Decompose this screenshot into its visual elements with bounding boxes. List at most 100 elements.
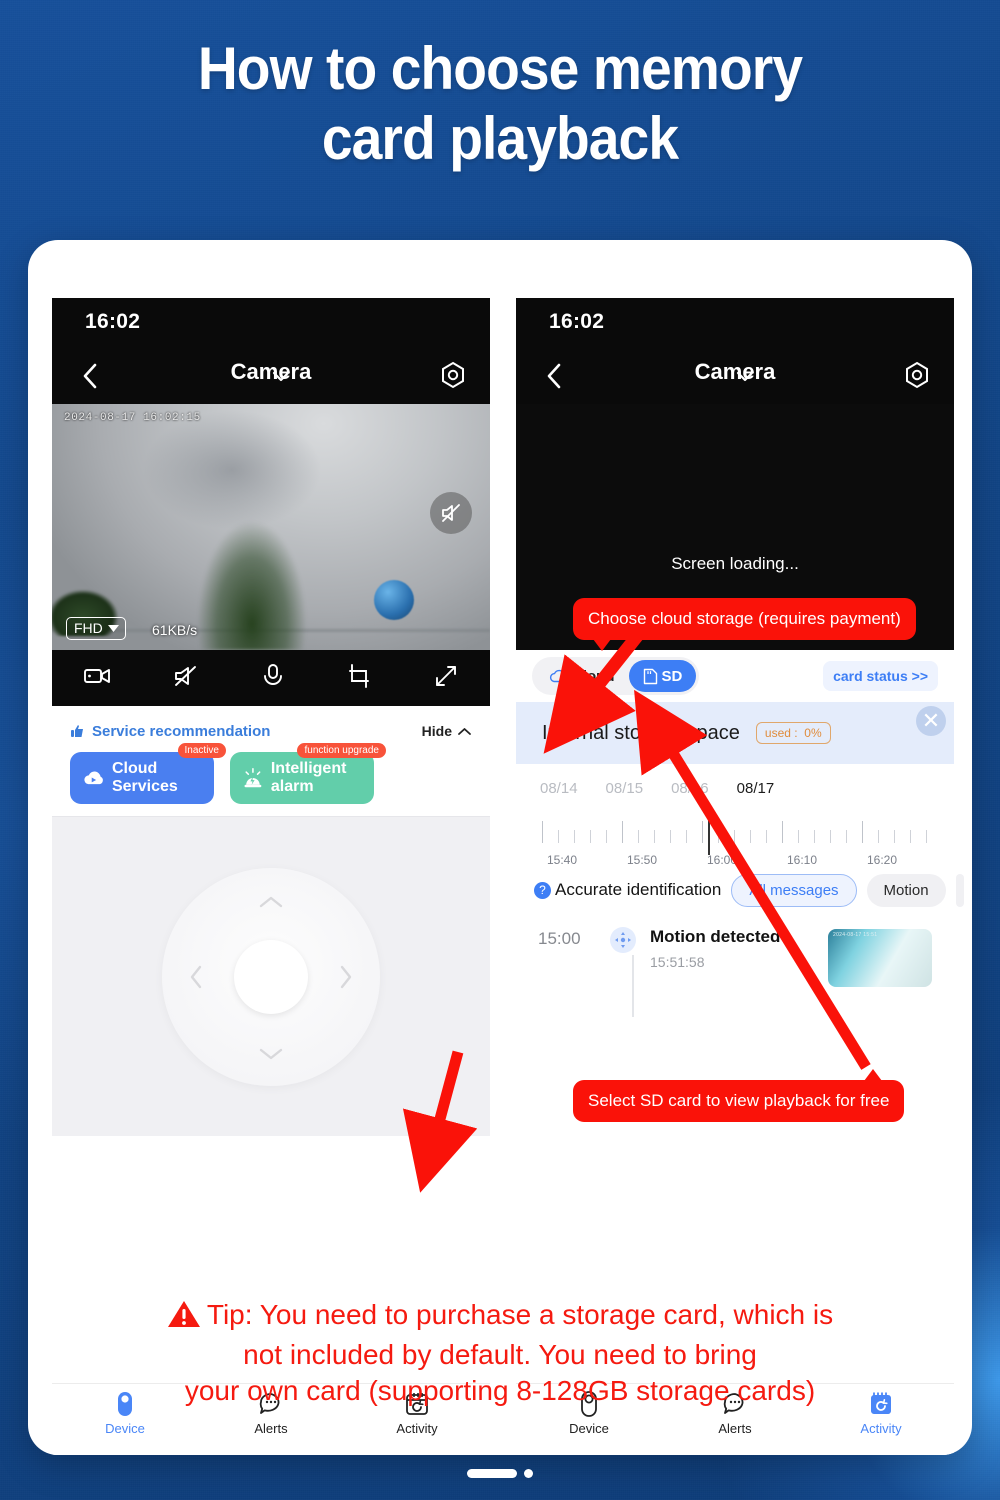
ptz-left-icon[interactable] [188,964,204,990]
hide-button[interactable]: Hide [422,723,472,739]
chevron-down-icon[interactable] [271,369,291,388]
page-title-line2: card playback [321,105,679,173]
tab-alerts-label: Alerts [254,1421,288,1436]
event-title: Motion detected [650,927,781,946]
left-phone-top: 16:02 Camera [52,298,490,404]
cloud-icon [549,669,568,683]
microphone-icon[interactable] [260,662,286,695]
status-bar-right: 16:02 [516,298,954,350]
storage-banner-title: Internal storage space [542,721,740,744]
event-thumbnail-timestamp: 2024-08-17 15:51 [833,932,878,938]
storage-used-badge: used : 0% [755,722,831,744]
video-scene-plant-center [197,520,307,650]
filter-chip-partial[interactable]: S [955,873,964,907]
video-scene-globe [374,580,414,620]
video-quality-label: FHD [74,620,103,636]
tab-activity-label: Activity [396,1421,438,1436]
tip-line-3-label: your own card (supporting 8-128GB storag… [184,1375,816,1407]
ptz-control-area [52,816,490,1136]
timeline-playhead[interactable] [708,809,710,855]
cloud-services-label: Cloud Services [111,760,178,795]
content-card: 16:02 Camera 2024-08-17 16:02:15 FHD 61K… [28,240,972,1455]
live-video-preview[interactable]: 2024-08-17 16:02:15 FHD 61KB/s [52,404,490,650]
service-cards: Cloud Services Inactive Intelligent alar… [52,743,490,816]
cloud-play-icon [84,771,103,785]
intelligent-alarm-card[interactable]: Intelligent alarm function upgrade [230,743,386,804]
video-toolbar-left [52,650,490,706]
card-status-button[interactable]: card status >> [823,661,938,691]
event-connector-line [632,955,634,1017]
status-badge: Inactive [177,743,226,758]
date-option-selected[interactable]: 08/17 [737,780,775,797]
sd-toggle-label: SD [661,667,683,685]
chevron-up-icon [458,727,471,735]
storage-used-label: used : [764,726,798,740]
playback-timeline[interactable]: 15:40 15:50 16:00 16:10 16:20 [536,807,934,867]
sd-card-icon [643,668,657,684]
callout-cloud: Choose cloud storage (requires payment) [573,598,916,651]
cloud-toggle-label: Cloud [572,667,615,685]
speaker-off-icon[interactable] [171,663,201,694]
gear-icon[interactable] [902,360,932,395]
page-indicator-active [467,1469,517,1478]
filter-chip-motion[interactable]: Motion [866,873,946,907]
tab-activity-label: Activity [860,1421,902,1436]
status-clock: 16:02 [85,310,141,333]
ptz-down-icon[interactable] [258,1046,284,1062]
motion-arrows-icon [610,927,636,953]
page-indicator[interactable] [467,1469,533,1478]
phone-screenshot-left: 16:02 Camera 2024-08-17 16:02:15 FHD 61K… [52,298,490,1455]
accurate-identification-label: Accurate identification [555,880,722,899]
ptz-right-icon[interactable] [338,964,354,990]
hide-label: Hide [421,723,452,739]
fullscreen-icon[interactable] [432,662,460,695]
storage-source-row: Cloud SD card status >> [516,650,954,702]
sd-toggle-button[interactable]: SD [628,660,697,692]
cloud-toggle-button[interactable]: Cloud [535,660,629,692]
date-option[interactable]: 08/16 [671,780,709,797]
record-icon[interactable] [82,663,112,694]
video-quality-selector[interactable]: FHD [66,617,126,640]
event-list: 15:00 Motion detected 15:51:58 2024-08-1… [516,913,954,1017]
ptz-home-knob[interactable] [234,939,308,1014]
date-option[interactable]: 08/15 [606,780,644,797]
event-timestamp: 15:51:58 [650,954,705,970]
accurate-identification-hint: ? Accurate identification [534,880,721,900]
snapshot-icon[interactable] [345,662,373,695]
callout-cloud-label: Choose cloud storage (requires payment) [588,609,901,628]
status-clock: 16:02 [549,310,605,333]
chevron-down-icon[interactable] [735,369,755,388]
video-timestamp-overlay: 2024-08-17 16:02:15 [64,412,201,424]
service-recommendation-label: Service recommendation [92,722,271,740]
nav-bar-right: Camera [516,350,954,404]
event-filters: ? Accurate identification All messages M… [516,867,964,913]
phone-screenshot-right: 16:02 Camera Screen loading... Cloud SD … [516,298,964,1455]
timeline-tick-label: 15:50 [626,853,658,867]
date-selector: 08/14 08/15 08/16 08/17 [516,764,954,797]
question-mark-icon[interactable]: ? [534,881,551,899]
event-thumbnail[interactable]: 2024-08-17 15:51 [828,929,932,987]
timeline-tick-label: 15:40 [546,853,578,867]
warning-icon [167,1299,201,1338]
video-scene-shadow [142,410,322,530]
page-indicator-dot [524,1469,533,1478]
ptz-dial[interactable] [162,867,380,1086]
cloud-services-card[interactable]: Cloud Services Inactive [70,743,226,804]
storage-used-value: 0% [804,726,822,740]
nav-bar-left: Camera [52,350,490,404]
close-icon[interactable]: ✕ [916,706,946,736]
mute-icon[interactable] [430,492,472,534]
tab-device-label: Device [105,1421,145,1436]
tip-line-1: Tip: You need to purchase a storage card… [28,1297,972,1338]
status-badge: function upgrade [297,743,386,758]
tip-text: Tip: You need to purchase a storage card… [28,1297,972,1409]
storage-banner: Internal storage space used : 0% ✕ [516,702,954,764]
date-option[interactable]: 08/14 [540,780,578,797]
tab-alerts-label: Alerts [718,1421,752,1436]
event-item[interactable]: Motion detected 15:51:58 [650,927,780,970]
filter-chip-all-messages[interactable]: All messages [731,873,857,907]
event-hour-label: 15:00 [538,929,581,948]
gear-icon[interactable] [438,360,468,395]
ptz-up-icon[interactable] [258,894,284,910]
service-recommendation-header: Service recommendation Hide [52,714,490,748]
